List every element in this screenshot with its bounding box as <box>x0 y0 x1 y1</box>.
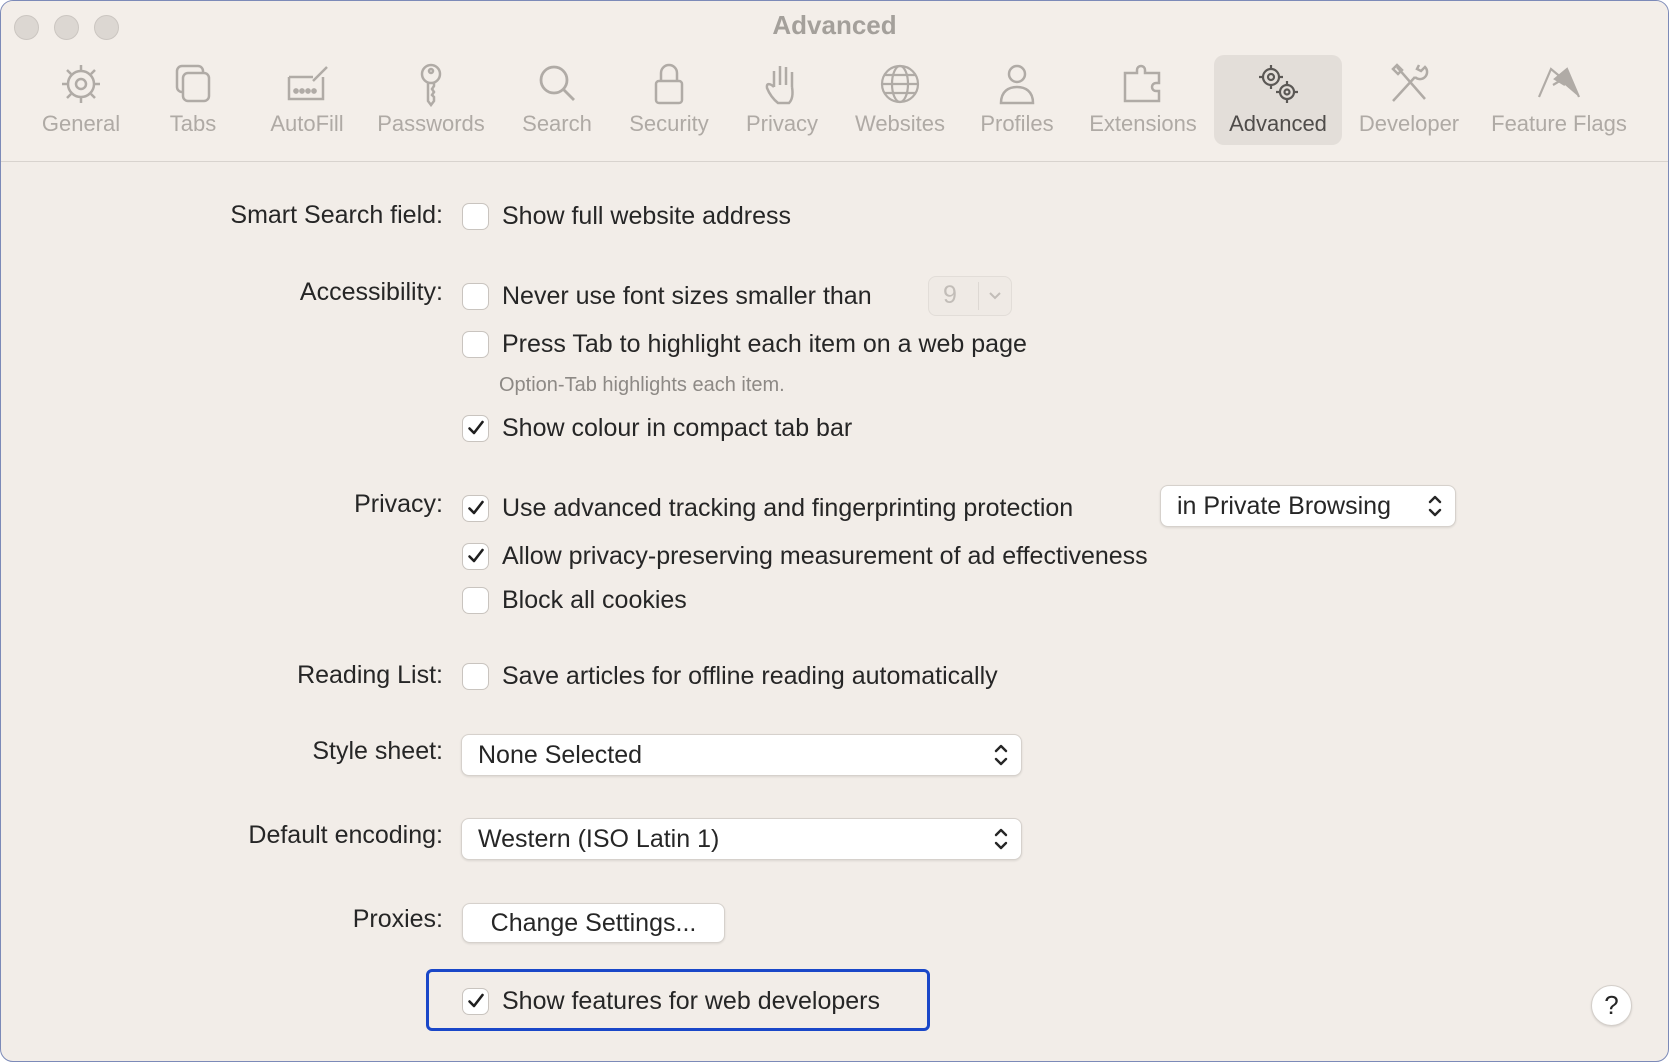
tab-colour-checkbox[interactable] <box>462 414 489 442</box>
full-address-checkbox[interactable] <box>462 202 489 230</box>
checkmark-icon <box>467 548 484 563</box>
style-sheet-select[interactable]: None Selected <box>461 734 1022 776</box>
up-down-chevron-icon <box>994 828 1008 850</box>
tab-label: Websites <box>854 111 946 136</box>
help-button[interactable]: ? <box>1591 985 1632 1026</box>
min-font-size-select[interactable]: 9 <box>928 276 1012 316</box>
reading-list-label: Reading List: <box>297 661 443 689</box>
search-icon <box>539 65 575 101</box>
press-tab-option[interactable]: Press Tab to highlight each item on a we… <box>462 329 1027 359</box>
tab-passwords[interactable]: Passwords <box>371 55 491 145</box>
tracking-mode-value: in Private Browsing <box>1177 491 1391 520</box>
tab-label: Extensions <box>1089 111 1197 136</box>
min-font-text: Never use font sizes smaller than <box>502 281 872 310</box>
press-tab-checkbox[interactable] <box>462 330 489 358</box>
change-proxy-settings-button[interactable]: Change Settings... <box>462 903 725 943</box>
style-sheet-label: Style sheet: <box>312 737 443 765</box>
autofill-icon <box>287 66 328 101</box>
encoding-select[interactable]: Western (ISO Latin 1) <box>461 818 1022 860</box>
tab-label: Passwords <box>377 111 485 136</box>
tab-tabs[interactable]: Tabs <box>153 55 233 145</box>
chevron-down-icon <box>989 292 1001 300</box>
tabs-icon <box>175 64 211 103</box>
gears-icon <box>1259 65 1298 103</box>
tab-autofill[interactable]: AutoFill <box>259 55 355 145</box>
tracking-text: Use advanced tracking and fingerprinting… <box>502 493 1074 522</box>
web-developer-option[interactable]: Show features for web developers <box>462 986 880 1016</box>
web-developer-checkbox[interactable] <box>462 987 489 1015</box>
tab-developer[interactable]: Developer <box>1353 55 1465 145</box>
block-cookies-text: Block all cookies <box>502 585 687 614</box>
gear-icon <box>62 65 100 103</box>
encoding-value: Western (ISO Latin 1) <box>478 824 720 853</box>
tab-general[interactable]: General <box>31 55 131 145</box>
tab-colour-option[interactable]: Show colour in compact tab bar <box>462 413 852 443</box>
ad-measurement-checkbox[interactable] <box>462 542 489 570</box>
globe-icon <box>880 64 920 104</box>
offline-reading-option[interactable]: Save articles for offline reading automa… <box>462 661 998 691</box>
style-sheet-value: None Selected <box>478 740 643 769</box>
checkmark-icon <box>467 420 484 435</box>
tab-label: Feature Flags <box>1491 111 1627 136</box>
tab-label: Tabs <box>169 111 217 136</box>
min-font-checkbox[interactable] <box>462 282 489 310</box>
encoding-label: Default encoding: <box>248 821 443 849</box>
tab-label: General <box>41 111 121 136</box>
block-cookies-checkbox[interactable] <box>462 586 489 614</box>
tab-security[interactable]: Security <box>619 55 719 145</box>
privacy-label: Privacy: <box>354 490 443 518</box>
accessibility-label: Accessibility: <box>299 278 443 306</box>
web-developer-text: Show features for web developers <box>502 986 880 1015</box>
tab-colour-text: Show colour in compact tab bar <box>502 413 853 442</box>
offline-reading-text: Save articles for offline reading automa… <box>502 661 998 690</box>
ad-measurement-option[interactable]: Allow privacy-preserving measurement of … <box>462 541 1148 571</box>
lock-icon <box>654 63 684 105</box>
tab-privacy[interactable]: Privacy <box>735 55 829 145</box>
divider <box>978 282 979 310</box>
press-tab-text: Press Tab to highlight each item on a we… <box>502 329 1027 358</box>
hand-icon <box>765 66 794 105</box>
tab-advanced[interactable]: Advanced <box>1214 55 1342 145</box>
tab-label: AutoFill <box>270 111 344 136</box>
up-down-chevron-icon <box>994 744 1008 766</box>
tab-feature-flags[interactable]: Feature Flags <box>1481 55 1637 145</box>
flags-icon <box>1537 67 1581 98</box>
tracking-option[interactable]: Use advanced tracking and fingerprinting… <box>462 493 1073 523</box>
tab-label: Search <box>522 111 592 136</box>
option-tab-hint: Option-Tab highlights each item. <box>499 374 785 396</box>
proxies-label: Proxies: <box>352 905 443 933</box>
min-font-size-value: 9 <box>943 281 957 309</box>
offline-reading-checkbox[interactable] <box>462 662 489 690</box>
key-icon <box>420 63 442 107</box>
tools-icon <box>1391 63 1429 102</box>
tab-search[interactable]: Search <box>513 55 601 145</box>
tab-websites[interactable]: Websites <box>844 55 956 145</box>
tab-label: Advanced <box>1229 111 1327 136</box>
block-cookies-option[interactable]: Block all cookies <box>462 585 687 615</box>
toolbar: Advanced General Tabs AutoFill Passwords… <box>1 1 1668 162</box>
tab-extensions[interactable]: Extensions <box>1081 55 1205 145</box>
tab-label: Profiles <box>980 111 1054 136</box>
tab-label: Privacy <box>745 111 819 136</box>
settings-window: Advanced General Tabs AutoFill Passwords… <box>0 0 1669 1062</box>
smart-search-label: Smart Search field: <box>230 201 443 229</box>
checkmark-icon <box>467 993 484 1008</box>
up-down-chevron-icon <box>1428 495 1442 517</box>
puzzle-icon <box>1123 64 1161 103</box>
tracking-mode-select[interactable]: in Private Browsing <box>1160 485 1456 527</box>
tab-label: Security <box>629 111 709 136</box>
full-address-option[interactable]: Show full website address <box>462 201 791 231</box>
checkmark-icon <box>467 500 484 515</box>
full-address-text: Show full website address <box>502 201 792 230</box>
min-font-option[interactable]: Never use font sizes smaller than <box>462 281 872 311</box>
tab-label: Developer <box>1358 111 1460 136</box>
person-icon <box>999 64 1035 105</box>
window-title: Advanced <box>772 10 897 40</box>
ad-measurement-text: Allow privacy-preserving measurement of … <box>502 541 1148 570</box>
tracking-checkbox[interactable] <box>462 494 489 522</box>
tab-profiles[interactable]: Profiles <box>971 55 1063 145</box>
